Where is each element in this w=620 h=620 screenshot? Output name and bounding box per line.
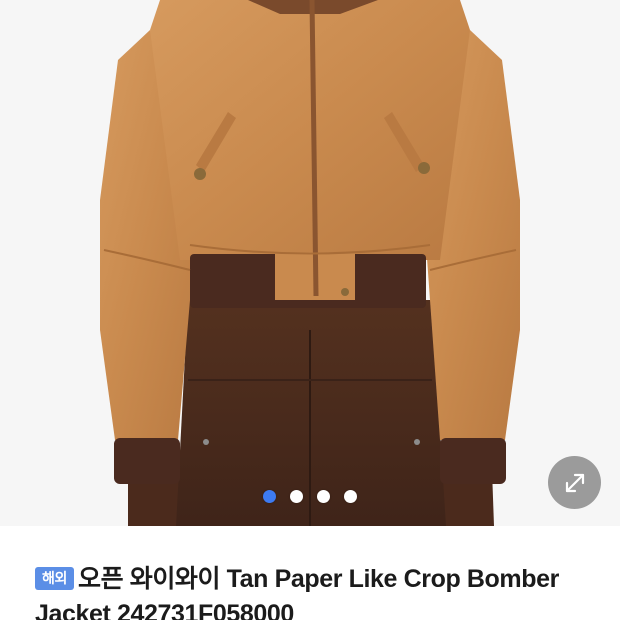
expand-image-button[interactable] (548, 456, 601, 509)
overseas-badge: 해외 (35, 567, 74, 590)
page-dot-1[interactable] (263, 489, 276, 503)
product-info: 해외 오픈 와이와이 Tan Paper Like Crop Bomber Jac… (0, 526, 620, 620)
page-dot-3[interactable] (317, 489, 330, 503)
page-dot-4[interactable] (344, 489, 357, 503)
page-dot-2[interactable] (290, 489, 303, 503)
expand-arrows-icon (565, 473, 584, 492)
product-title: 해외 오픈 와이와이 Tan Paper Like Crop Bomber Jac… (35, 562, 595, 620)
product-title-text: 오픈 와이와이 Tan Paper Like Crop Bomber Jacke… (35, 565, 559, 620)
product-photo (0, 0, 620, 526)
product-image-gallery[interactable] (0, 0, 620, 526)
gallery-pagination (0, 488, 620, 504)
